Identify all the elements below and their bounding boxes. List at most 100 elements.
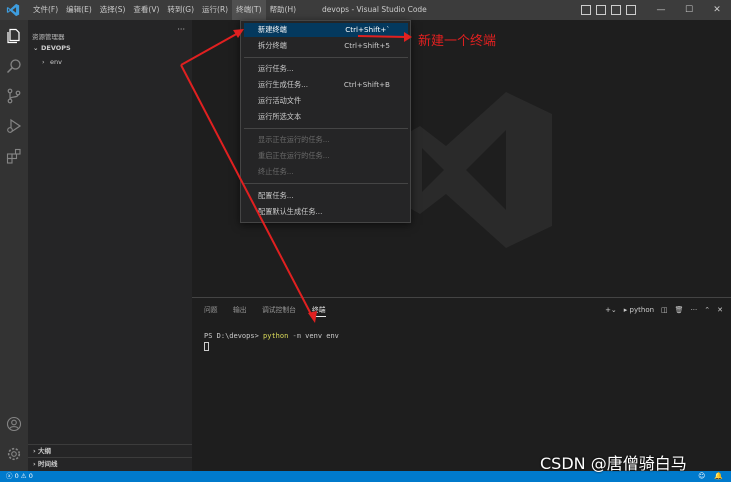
- menu-view[interactable]: 查看(V): [129, 0, 163, 20]
- terminal-select[interactable]: ▸ python: [624, 304, 654, 316]
- maximize-button[interactable]: ☐: [675, 0, 703, 20]
- menu-separator: [244, 57, 408, 58]
- menu-item-restart-running-task: 重启正在运行的任务...: [244, 149, 408, 163]
- toggle-secondary-sidebar-icon[interactable]: [611, 5, 621, 15]
- menu-item-run-selected-text[interactable]: 运行所选文本: [244, 110, 408, 124]
- close-panel-icon[interactable]: ✕: [717, 304, 723, 316]
- item-shortcut: Ctrl+Shift+5: [344, 41, 390, 50]
- source-control-icon[interactable]: [6, 88, 22, 104]
- terminal-command-line[interactable]: PS D:\devops> python -m venv env: [204, 331, 339, 341]
- explorer-icon[interactable]: [6, 28, 22, 44]
- title-bar: 文件(F) 编辑(E) 选择(S) 查看(V) 转到(G) 运行(R) 终端(T…: [0, 0, 731, 20]
- tab-problems[interactable]: 问题: [204, 304, 218, 316]
- menu-selection[interactable]: 选择(S): [96, 0, 130, 20]
- vscode-logo-icon: [6, 3, 20, 17]
- error-count: 0: [14, 472, 19, 480]
- terminal-name: python: [629, 306, 655, 314]
- item-label: 新建终端: [258, 25, 287, 34]
- menu-separator: [244, 183, 408, 184]
- folder-devops[interactable]: ⌄ DEVOPS: [33, 42, 71, 54]
- vscode-watermark-icon: [406, 92, 552, 248]
- menu-item-new-terminal[interactable]: 新建终端 Ctrl+Shift+`: [244, 23, 408, 37]
- item-label: 运行所选文本: [258, 112, 302, 121]
- folder-label: DEVOPS: [41, 44, 71, 52]
- maximize-panel-icon[interactable]: ⌃: [704, 304, 710, 316]
- extensions-icon[interactable]: [6, 148, 22, 164]
- menu-item-split-terminal[interactable]: 拆分终端 Ctrl+Shift+5: [244, 39, 408, 53]
- menu-separator: [244, 128, 408, 129]
- chevron-right-icon: ›: [42, 58, 45, 66]
- terminal-command: python: [263, 332, 289, 340]
- minimize-button[interactable]: —: [647, 0, 675, 20]
- csdn-watermark: CSDN @唐僧骑白马: [540, 454, 687, 473]
- terminal-cursor-line: [204, 341, 209, 351]
- menu-file[interactable]: 文件(F): [29, 0, 62, 20]
- item-shortcut: Ctrl+Shift+B: [343, 80, 390, 89]
- explorer-header: 资源管理器 ···: [32, 24, 187, 41]
- timeline-section[interactable]: › 时间线: [28, 457, 192, 470]
- terminal-flag: -m: [288, 332, 301, 340]
- more-actions-icon[interactable]: ···: [691, 304, 698, 316]
- outline-label: 大纲: [37, 447, 51, 455]
- menu-bar: 文件(F) 编辑(E) 选择(S) 查看(V) 转到(G) 运行(R) 终端(T…: [29, 0, 300, 20]
- close-button[interactable]: ✕: [703, 0, 731, 20]
- item-label: 运行任务...: [258, 64, 294, 73]
- menu-run[interactable]: 运行(R): [198, 0, 232, 20]
- explorer-title: 资源管理器: [32, 33, 65, 41]
- terminal-prompt: PS D:\devops>: [204, 332, 264, 340]
- explorer-sidebar: 资源管理器 ··· ⌄ DEVOPS › env › 大纲 › 时间线: [28, 20, 192, 471]
- item-shortcut: Ctrl+Shift+`: [345, 25, 390, 34]
- run-debug-icon[interactable]: [6, 118, 22, 134]
- search-icon[interactable]: [6, 58, 22, 74]
- menu-go[interactable]: 转到(G): [163, 0, 198, 20]
- panel-toolbar: +⌄ ▸ python ◫ 🗑 ··· ⌃ ✕: [605, 304, 723, 316]
- tree-item-env[interactable]: › env: [42, 56, 62, 68]
- menu-item-run-active-file[interactable]: 运行活动文件: [244, 94, 408, 108]
- layout-controls: [581, 5, 636, 15]
- timeline-label: 时间线: [37, 460, 58, 468]
- menu-item-terminate-task: 终止任务...: [244, 165, 408, 179]
- more-actions-icon[interactable]: ···: [177, 24, 185, 36]
- item-label: 终止任务...: [258, 167, 294, 176]
- tab-debug-console[interactable]: 调试控制台: [262, 304, 296, 316]
- new-terminal-icon[interactable]: +⌄: [605, 304, 617, 316]
- terminal-menu-dropdown: 新建终端 Ctrl+Shift+` 拆分终端 Ctrl+Shift+5 运行任务..…: [240, 20, 411, 223]
- accounts-icon[interactable]: [6, 416, 22, 432]
- trash-icon[interactable]: 🗑: [675, 304, 684, 316]
- item-label: 运行生成任务...: [258, 80, 308, 89]
- warning-icon: ⚠: [20, 472, 27, 480]
- window-title: devops - Visual Studio Code: [322, 5, 427, 14]
- notification-bell-icon[interactable]: 🔔: [714, 472, 723, 480]
- tab-output[interactable]: 输出: [233, 304, 247, 316]
- item-label: 显示正在运行的任务...: [258, 135, 330, 144]
- menu-item-run-task[interactable]: 运行任务...: [244, 62, 408, 76]
- menu-item-configure-default-build-task[interactable]: 配置默认生成任务...: [244, 205, 408, 219]
- window-controls: — ☐ ✕: [647, 0, 731, 20]
- annotation-text: 新建一个终端: [418, 34, 497, 49]
- terminal-args: venv env: [300, 332, 339, 340]
- feedback-icon[interactable]: ☺: [698, 472, 705, 480]
- item-label: 运行活动文件: [258, 96, 302, 105]
- menu-edit[interactable]: 编辑(E): [62, 0, 96, 20]
- warning-count: 0: [28, 472, 33, 480]
- chevron-down-icon: ⌄: [33, 44, 39, 52]
- item-label: 拆分终端: [258, 41, 287, 50]
- split-terminal-icon[interactable]: ◫: [661, 304, 668, 316]
- item-label: 配置默认生成任务...: [258, 207, 323, 216]
- activity-bar: [0, 20, 28, 471]
- toggle-sidebar-icon[interactable]: [581, 5, 591, 15]
- toggle-panel-icon[interactable]: [596, 5, 606, 15]
- menu-item-run-build-task[interactable]: 运行生成任务... Ctrl+Shift+B: [244, 78, 408, 92]
- settings-gear-icon[interactable]: [6, 446, 22, 462]
- customize-layout-icon[interactable]: [626, 5, 636, 15]
- terminal-cursor: [204, 341, 209, 351]
- outline-section[interactable]: › 大纲: [28, 444, 192, 457]
- menu-terminal[interactable]: 终端(T): [232, 0, 266, 20]
- problems-status[interactable]: ⓧ 0 ⚠ 0: [6, 471, 33, 482]
- item-label: 配置任务...: [258, 191, 294, 200]
- item-label: 重启正在运行的任务...: [258, 151, 330, 160]
- menu-item-configure-tasks[interactable]: 配置任务...: [244, 189, 408, 203]
- terminal-panel: 问题 输出 调试控制台 终端 +⌄ ▸ python ◫ 🗑 ··· ⌃ ✕ P…: [192, 297, 731, 471]
- menu-help[interactable]: 帮助(H): [266, 0, 301, 20]
- tab-terminal[interactable]: 终端: [312, 304, 326, 317]
